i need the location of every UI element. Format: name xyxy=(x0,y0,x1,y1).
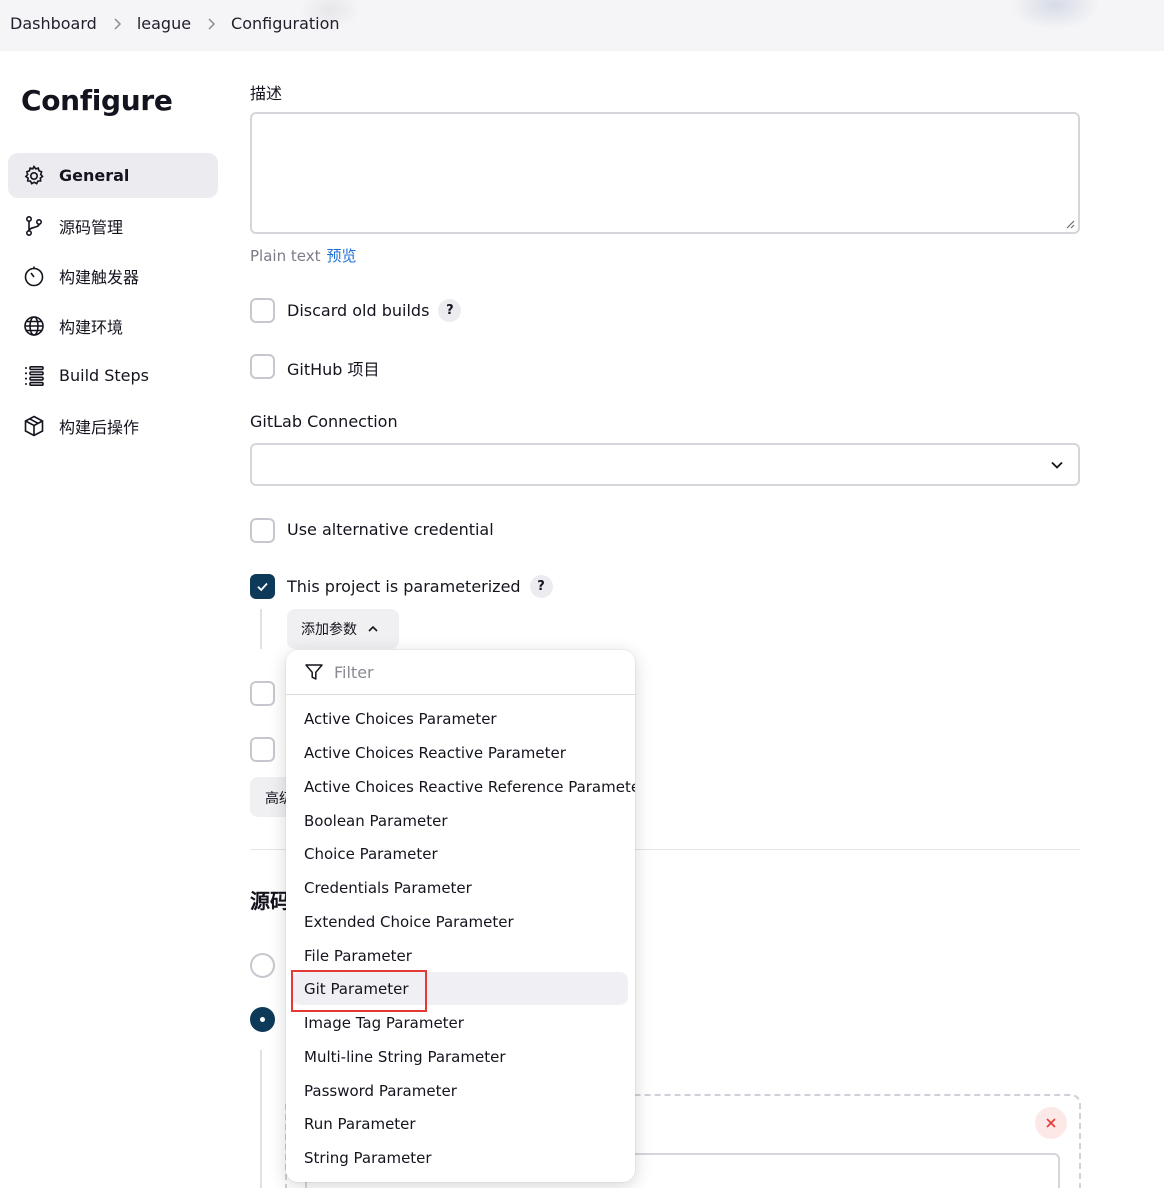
menu-item-run[interactable]: Run Parameter xyxy=(292,1107,628,1140)
sidebar-item-general[interactable]: General xyxy=(8,153,218,198)
menu-item-string[interactable]: String Parameter xyxy=(292,1141,628,1174)
help-icon[interactable]: ? xyxy=(438,299,462,322)
breadcrumb-dashboard[interactable]: Dashboard xyxy=(10,14,97,33)
menu-item-active-choices-reactive-reference[interactable]: Active Choices Reactive Reference Parame… xyxy=(292,770,635,803)
sidebar-item-post-build[interactable]: 构建后操作 xyxy=(8,403,218,448)
sidebar-item-label: General xyxy=(59,166,130,185)
sidebar-item-build-environment[interactable]: 构建环境 xyxy=(8,303,218,348)
scm-git-radio[interactable] xyxy=(250,1007,275,1032)
remove-repository-button[interactable] xyxy=(1035,1107,1067,1139)
highlight-annotation xyxy=(291,970,427,1012)
sidebar-item-source-management[interactable]: 源码管理 xyxy=(8,203,218,248)
add-parameter-button[interactable]: 添加参数 xyxy=(287,609,399,649)
gitlab-connection-select[interactable] xyxy=(250,443,1080,486)
add-parameter-dropdown: Filter Active Choices Parameter Active C… xyxy=(286,650,635,1182)
timer-icon xyxy=(21,263,46,288)
parameterized-checkbox[interactable] xyxy=(250,574,275,599)
chevron-down-icon xyxy=(1051,461,1063,469)
discard-old-builds-row: Discard old builds ? xyxy=(287,299,462,322)
alternative-credential-label: Use alternative credential xyxy=(287,520,494,539)
menu-item-choice[interactable]: Choice Parameter xyxy=(292,837,628,870)
plain-text-label: Plain text xyxy=(250,247,321,265)
breadcrumb-bar: Dashboard league Configuration xyxy=(0,0,1164,51)
discard-old-builds-label: Discard old builds xyxy=(287,301,430,320)
breadcrumb-configuration[interactable]: Configuration xyxy=(231,14,340,33)
preview-link[interactable]: 预览 xyxy=(326,247,356,265)
format-hint: Plain text 预览 xyxy=(250,245,356,266)
parameterized-label: This project is parameterized xyxy=(287,577,521,596)
filter-input[interactable]: Filter xyxy=(286,650,635,695)
description-label: 描述 xyxy=(250,84,283,103)
menu-item-extended-choice[interactable]: Extended Choice Parameter xyxy=(292,905,628,938)
help-icon[interactable]: ? xyxy=(529,575,553,598)
menu-item-file[interactable]: File Parameter xyxy=(292,939,628,972)
decorative-blur xyxy=(1010,0,1100,30)
breadcrumb-league[interactable]: league xyxy=(137,14,191,33)
close-icon xyxy=(1046,1118,1056,1128)
description-textarea[interactable] xyxy=(250,112,1080,234)
section-heading-source-management: 源码管理 xyxy=(250,889,290,913)
chevron-right-icon xyxy=(97,17,137,30)
menu-item-credentials[interactable]: Credentials Parameter xyxy=(292,871,628,904)
list-icon xyxy=(21,363,46,388)
menu-item-password[interactable]: Password Parameter xyxy=(292,1074,628,1107)
sidebar-item-label: 源码管理 xyxy=(59,217,124,237)
nested-indent-line xyxy=(260,1050,262,1188)
globe-icon xyxy=(21,313,46,338)
menu-item-active-choices[interactable]: Active Choices Parameter xyxy=(292,702,628,735)
gitlab-connection-label: GitLab Connection xyxy=(250,412,398,431)
git-branch-icon xyxy=(21,213,46,238)
package-icon xyxy=(21,413,46,438)
checkmark-icon xyxy=(257,582,268,592)
sidebar-item-build-triggers[interactable]: 构建触发器 xyxy=(8,253,218,298)
sidebar-item-label: Build Steps xyxy=(59,366,150,385)
chevron-up-icon xyxy=(368,625,378,632)
gear-icon xyxy=(21,163,46,188)
menu-item-active-choices-reactive[interactable]: Active Choices Reactive Parameter xyxy=(292,736,628,769)
option-checkbox[interactable] xyxy=(250,681,275,706)
resize-grip-icon[interactable] xyxy=(1065,219,1075,229)
nested-indent-line xyxy=(260,609,262,649)
option-checkbox[interactable] xyxy=(250,737,275,762)
discard-old-builds-checkbox[interactable] xyxy=(250,298,275,323)
menu-item-boolean[interactable]: Boolean Parameter xyxy=(292,804,628,837)
parameterized-row: This project is parameterized ? xyxy=(287,575,553,598)
sidebar-item-label: 构建触发器 xyxy=(59,267,140,287)
page-title: Configure xyxy=(21,84,173,117)
sidebar-item-label: 构建环境 xyxy=(59,317,124,337)
filter-icon xyxy=(305,664,323,680)
add-parameter-label: 添加参数 xyxy=(301,622,357,638)
sidebar-item-label: 构建后操作 xyxy=(59,417,140,437)
chevron-right-icon xyxy=(191,17,231,30)
github-project-label: GitHub 项目 xyxy=(287,360,380,379)
menu-item-multiline-string[interactable]: Multi-line String Parameter xyxy=(292,1040,628,1073)
scm-none-radio[interactable] xyxy=(250,953,275,978)
sidebar-item-build-steps[interactable]: Build Steps xyxy=(8,353,218,398)
github-project-checkbox[interactable] xyxy=(250,354,275,379)
breadcrumb: Dashboard league Configuration xyxy=(10,14,340,33)
alternative-credential-checkbox[interactable] xyxy=(250,518,275,543)
filter-placeholder: Filter xyxy=(334,662,374,682)
